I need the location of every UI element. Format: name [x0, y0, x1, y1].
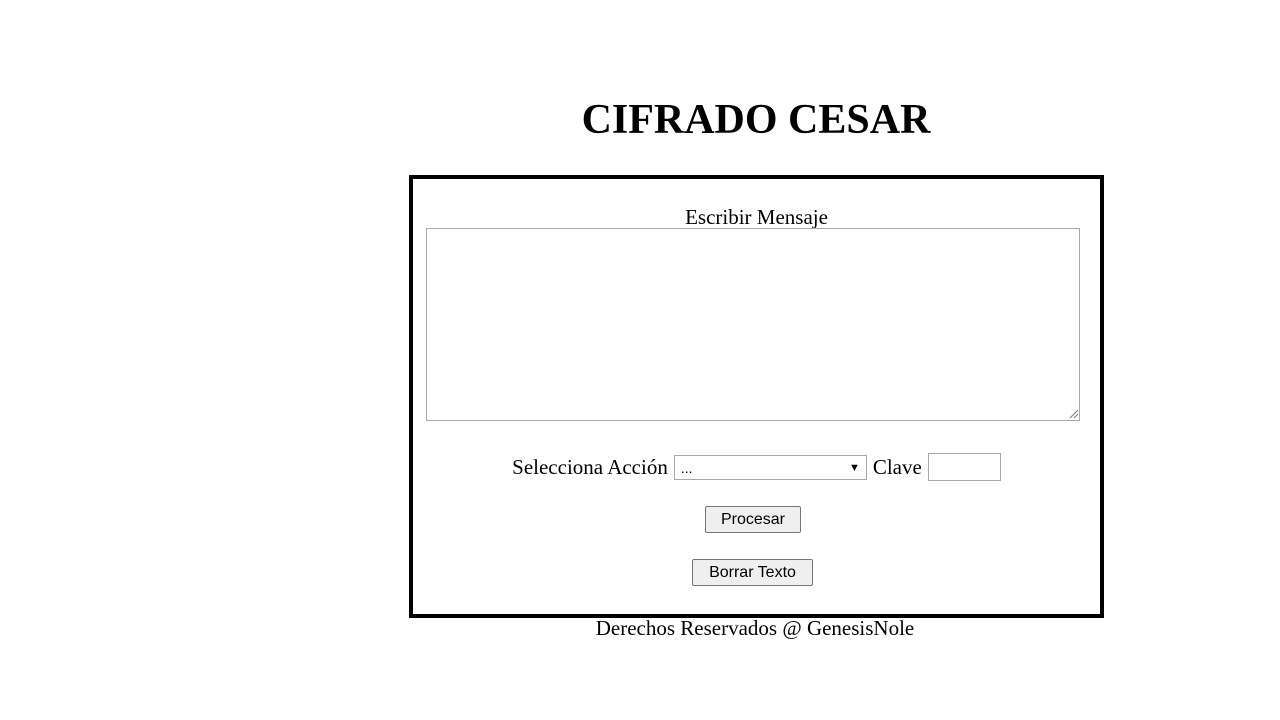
- action-select-value: ...: [680, 459, 693, 476]
- clear-text-button[interactable]: Borrar Texto: [692, 559, 813, 586]
- process-button[interactable]: Procesar: [705, 506, 801, 533]
- resize-grip-icon[interactable]: [1068, 408, 1079, 419]
- key-input[interactable]: [927, 453, 1001, 481]
- action-select[interactable]: ... ▼: [673, 454, 867, 480]
- message-textarea[interactable]: [426, 228, 1080, 421]
- key-label: Clave: [872, 455, 922, 479]
- footer-copyright: Derechos Reservados @ GenesisNole: [595, 616, 915, 640]
- cipher-form-panel: Escribir Mensaje Selecciona Acción ... ▼…: [409, 175, 1104, 618]
- message-label: Escribir Mensaje: [685, 205, 828, 229]
- action-label: Selecciona Acción: [512, 455, 668, 479]
- dropdown-arrow-icon: ▼: [848, 461, 860, 474]
- action-row: Selecciona Acción ... ▼ Clave: [413, 452, 1100, 482]
- page: CIFRADO CESAR Escribir Mensaje Seleccion…: [0, 0, 1280, 720]
- page-title: CIFRADO CESAR: [581, 97, 931, 143]
